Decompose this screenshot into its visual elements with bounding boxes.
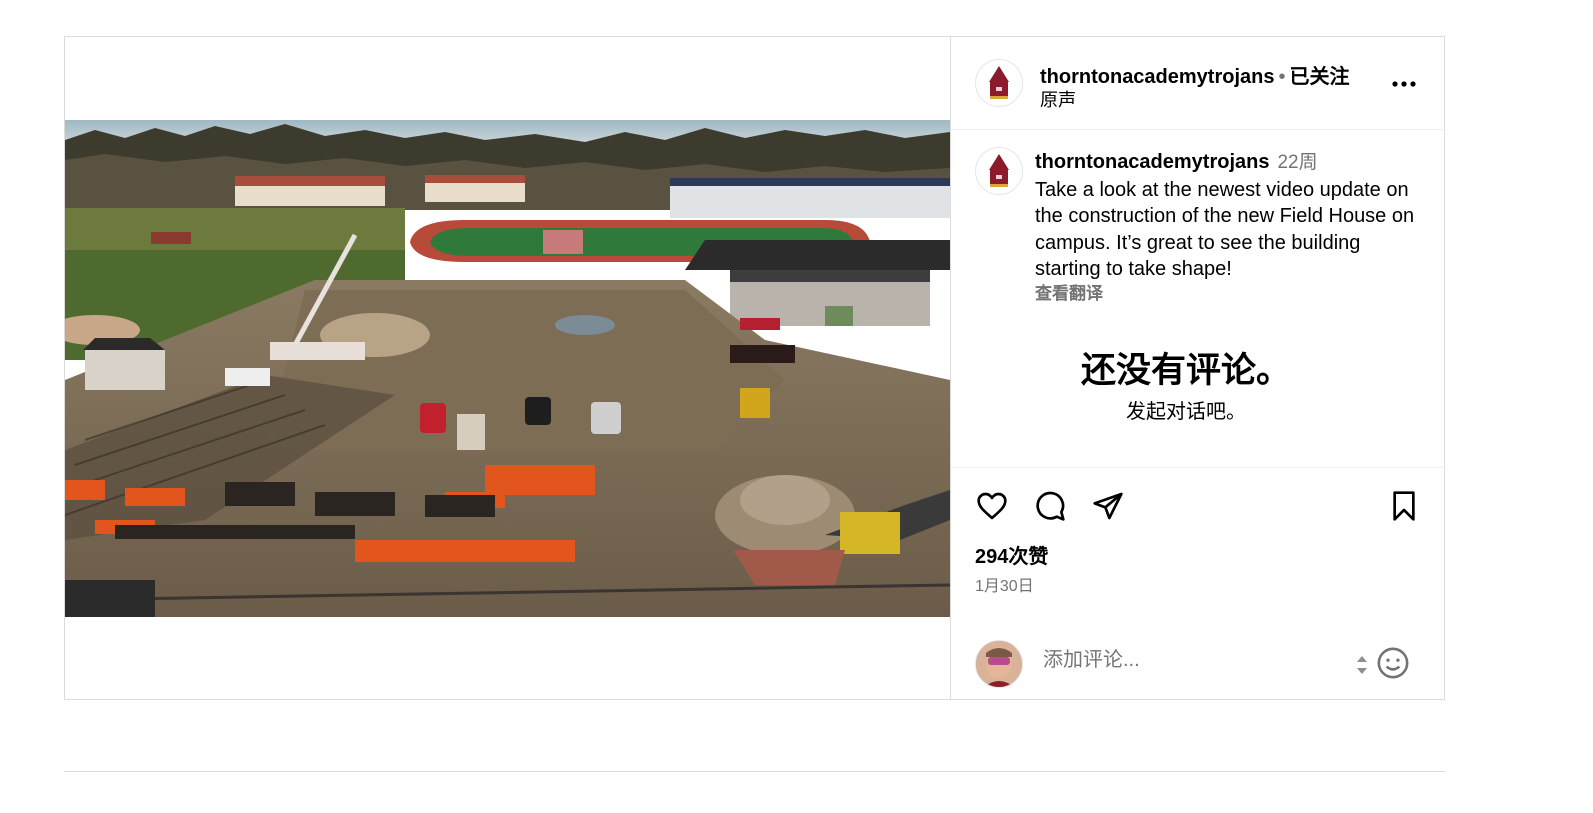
heart-icon xyxy=(977,492,1007,520)
add-comment-row xyxy=(951,628,1445,698)
trojans-logo-icon xyxy=(989,66,1009,99)
caption-time[interactable]: 22周 xyxy=(1277,152,1317,173)
divider xyxy=(64,771,1445,772)
no-comments-subtitle: 发起对话吧。 xyxy=(1126,401,1246,423)
action-bar: 294次赞 1月30日 xyxy=(951,467,1445,698)
like-button[interactable] xyxy=(975,490,1009,527)
more-options-icon xyxy=(1392,81,1416,87)
bookmark-icon xyxy=(1393,491,1415,521)
comment-input[interactable] xyxy=(1041,648,1345,673)
audio-label[interactable]: 原声 xyxy=(1040,86,1076,112)
emoji-button[interactable] xyxy=(1376,646,1410,685)
smiley-icon xyxy=(1377,647,1409,679)
caption: thorntonacademytrojans 22周 Take a look at… xyxy=(1035,149,1430,283)
construction-video-frame xyxy=(65,120,950,617)
following-button[interactable]: 已关注 xyxy=(1290,66,1350,88)
comment-bubble-icon xyxy=(1036,491,1065,521)
see-translation-link[interactable]: 查看翻译 xyxy=(1035,279,1103,304)
post-date[interactable]: 1月30日 xyxy=(975,572,1034,596)
caption-avatar[interactable] xyxy=(975,147,1023,195)
paper-plane-icon xyxy=(1093,492,1123,520)
no-comments-title: 还没有评论。 xyxy=(1080,351,1291,390)
user-photo-icon xyxy=(976,641,1022,687)
post-card: thorntonacademytrojans • 已关注 原声 thorntonac… xyxy=(64,36,1445,700)
caption-text: Take a look at the newest video update o… xyxy=(1035,178,1415,281)
comment-button[interactable] xyxy=(1033,490,1067,527)
save-button[interactable] xyxy=(1387,490,1421,527)
post-media xyxy=(65,37,951,699)
share-button[interactable] xyxy=(1091,490,1125,527)
video-player[interactable] xyxy=(65,120,950,617)
expand-arrows-icon xyxy=(1357,656,1367,674)
caption-username[interactable]: thorntonacademytrojans xyxy=(1035,151,1269,173)
separator-dot: • xyxy=(1278,66,1286,88)
like-count[interactable]: 294次赞 xyxy=(975,540,1048,569)
trojans-logo-icon xyxy=(989,154,1009,187)
more-options-button[interactable] xyxy=(1391,75,1417,93)
current-user-avatar xyxy=(975,640,1023,688)
post-header: thorntonacademytrojans • 已关注 原声 xyxy=(951,37,1445,130)
header-username[interactable]: thorntonacademytrojans xyxy=(1040,66,1274,88)
expand-button[interactable] xyxy=(1355,654,1369,681)
account-avatar[interactable] xyxy=(975,59,1023,107)
post-side-panel: thorntonacademytrojans • 已关注 原声 thorntonac… xyxy=(951,37,1445,699)
